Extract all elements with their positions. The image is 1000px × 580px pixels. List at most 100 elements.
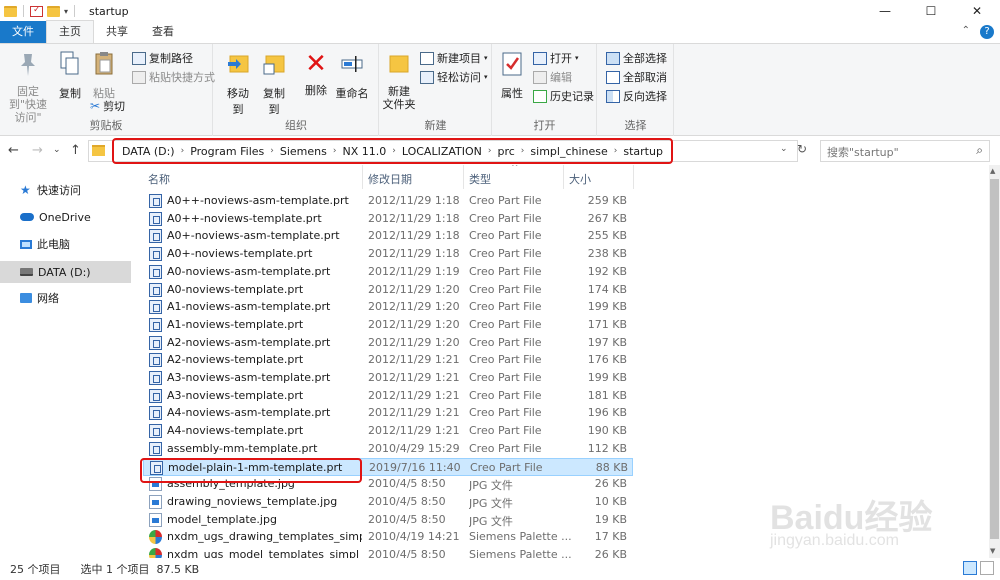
details-view-button[interactable] — [963, 561, 977, 575]
tab-share[interactable]: 共享 — [94, 21, 140, 43]
file-row[interactable]: drawing_noviews_template.jpg 2010/4/5 8:5… — [143, 493, 633, 511]
refresh-icon[interactable]: ↻ — [797, 142, 807, 156]
select-none-button[interactable]: 全部取消 — [606, 69, 667, 85]
nav-item-network[interactable]: 网络 — [0, 287, 131, 309]
file-row[interactable]: A3-noviews-template.prt 2012/11/29 1:21 Cr… — [143, 387, 633, 405]
scroll-down-icon[interactable]: ▼ — [990, 547, 995, 555]
breadcrumb-chevron-icon[interactable]: › — [267, 146, 277, 156]
column-header-name[interactable]: 名称 — [148, 171, 170, 187]
cut-button[interactable]: ✂ 剪切 — [90, 98, 125, 114]
file-row[interactable]: A4-noviews-asm-template.prt 2012/11/29 1:… — [143, 404, 633, 422]
properties-button[interactable]: 属性 — [497, 50, 527, 101]
collapse-ribbon-icon[interactable]: ⌃ — [962, 25, 970, 39]
breadcrumb-item[interactable]: prc — [494, 145, 517, 158]
column-divider[interactable] — [362, 165, 363, 189]
properties-quick-icon[interactable] — [30, 5, 43, 17]
file-row[interactable]: nxdm_ugs_drawing_templates_simpl_... 2010… — [143, 528, 633, 546]
history-button[interactable]: 历史记录 — [533, 88, 594, 104]
breadcrumb-item[interactable]: startup — [620, 145, 666, 158]
column-divider[interactable] — [463, 165, 464, 189]
copy-path-button[interactable]: 复制路径 — [132, 50, 193, 66]
help-icon[interactable]: ? — [980, 25, 994, 39]
folder-icon — [92, 145, 105, 156]
breadcrumb-chevron-icon[interactable]: › — [485, 146, 495, 156]
file-size: 197 KB — [587, 335, 627, 349]
forward-arrow-icon[interactable]: → — [32, 143, 43, 158]
nav-item-data-drive[interactable]: DATA (D:) — [0, 261, 131, 283]
open-button[interactable]: 打开 ▾ — [533, 50, 579, 66]
file-row[interactable]: assembly-mm-template.prt 2010/4/29 15:29 C… — [143, 440, 633, 458]
column-divider[interactable] — [563, 165, 564, 189]
breadcrumb-chevron-icon[interactable]: › — [389, 146, 399, 156]
breadcrumb-item[interactable]: Siemens — [277, 145, 330, 158]
column-divider[interactable] — [633, 165, 634, 189]
file-row[interactable]: A0-noviews-asm-template.prt 2012/11/29 1:… — [143, 263, 633, 281]
back-arrow-icon[interactable]: ← — [8, 143, 19, 158]
breadcrumb-chevron-icon[interactable]: › — [330, 146, 340, 156]
tab-home[interactable]: 主页 — [46, 20, 94, 43]
part-file-icon — [149, 282, 162, 297]
select-all-button[interactable]: 全部选择 — [606, 50, 667, 66]
rename-button[interactable]: 重命名 — [334, 50, 370, 101]
nav-item-quick-access[interactable]: ★ 快速访问 — [0, 179, 131, 201]
copy-to-button[interactable]: 复制到 — [258, 50, 290, 117]
column-header-date[interactable]: 修改日期 — [368, 171, 412, 187]
file-row[interactable]: A2-noviews-asm-template.prt 2012/11/29 1:… — [143, 334, 633, 352]
breadcrumb-item[interactable]: DATA (D:) — [119, 145, 178, 158]
new-item-button[interactable]: 新建项目 ▾ — [420, 50, 488, 66]
pin-quick-access-button[interactable]: 固定到"快速访问" — [4, 50, 52, 124]
close-button[interactable]: ✕ — [954, 0, 1000, 22]
breadcrumb-item[interactable]: NX 11.0 — [339, 145, 389, 158]
breadcrumb-item[interactable]: LOCALIZATION — [399, 145, 485, 158]
tab-view[interactable]: 查看 — [140, 21, 186, 43]
nav-item-onedrive[interactable]: OneDrive — [0, 206, 131, 228]
vertical-scrollbar[interactable]: ▲ ▼ — [989, 165, 1000, 558]
invert-selection-button[interactable]: 反向选择 — [606, 88, 667, 104]
up-arrow-icon[interactable]: ↑ — [70, 143, 81, 158]
column-header-type[interactable]: 类型 — [469, 171, 491, 187]
scrollbar-thumb[interactable] — [990, 179, 999, 539]
column-header-size[interactable]: 大小 — [569, 171, 591, 187]
breadcrumb-chevron-icon[interactable]: › — [611, 146, 621, 156]
breadcrumb-chevron-icon[interactable]: › — [178, 146, 188, 156]
nav-item-this-pc[interactable]: 此电脑 — [0, 233, 131, 255]
file-row[interactable]: A0++-noviews-template.prt 2012/11/29 1:18… — [143, 210, 633, 228]
paste-shortcut-button[interactable]: 粘贴快捷方式 — [132, 69, 215, 85]
file-row[interactable]: model_template.jpg 2010/4/5 8:50 JPG 文件 19 … — [143, 511, 633, 529]
breadcrumb-chevron-icon[interactable]: › — [518, 146, 528, 156]
chevron-down-icon[interactable]: ▾ — [64, 7, 68, 16]
file-row[interactable]: A4-noviews-template.prt 2012/11/29 1:21 Cr… — [143, 422, 633, 440]
file-row[interactable]: A1-noviews-template.prt 2012/11/29 1:20 Cr… — [143, 316, 633, 334]
large-icons-view-button[interactable] — [980, 561, 994, 575]
new-folder-button[interactable]: 新建 文件夹 — [382, 50, 416, 111]
copy-button[interactable]: 复制 — [56, 50, 84, 101]
edit-button[interactable]: 编辑 — [533, 69, 572, 85]
divider — [74, 5, 76, 17]
recent-locations-chevron-icon[interactable]: ⌄ — [53, 145, 61, 155]
breadcrumb-item[interactable]: Program Files — [187, 145, 267, 158]
breadcrumb-item[interactable]: simpl_chinese — [527, 145, 610, 158]
search-input[interactable]: 搜索"startup" ⌕ — [820, 140, 990, 162]
delete-button[interactable]: ✕ 删除 — [302, 50, 330, 98]
file-row[interactable]: A0++-noviews-asm-template.prt 2012/11/29 … — [143, 192, 633, 210]
file-row[interactable]: A2-noviews-template.prt 2012/11/29 1:21 Cr… — [143, 351, 633, 369]
new-folder-quick-icon[interactable] — [47, 5, 60, 17]
file-size: 10 KB — [594, 494, 627, 508]
tab-file[interactable]: 文件 — [0, 21, 46, 43]
file-row[interactable]: nxdm_ugs_model_templates_simpl_ch... 2010… — [143, 546, 633, 558]
file-row[interactable]: A0+-noviews-template.prt 2012/11/29 1:18 C… — [143, 245, 633, 263]
maximize-button[interactable]: ☐ — [908, 0, 954, 22]
scroll-up-icon[interactable]: ▲ — [990, 167, 995, 175]
move-to-button[interactable]: 移动到 — [222, 50, 254, 117]
file-row[interactable]: A0+-noviews-asm-template.prt 2012/11/29 1… — [143, 227, 633, 245]
file-type: Creo Part File — [470, 460, 543, 474]
file-row[interactable]: A1-noviews-asm-template.prt 2012/11/29 1:… — [143, 298, 633, 316]
easy-access-button[interactable]: 轻松访问 ▾ — [420, 69, 488, 85]
file-row[interactable]: A3-noviews-asm-template.prt 2012/11/29 1:… — [143, 369, 633, 387]
move-to-label: 移动到 — [227, 87, 249, 116]
file-row[interactable]: A0-noviews-template.prt 2012/11/29 1:20 Cr… — [143, 281, 633, 299]
address-dropdown-icon[interactable]: ⌄ — [780, 144, 788, 154]
file-date: 2012/11/29 1:18 — [368, 194, 460, 207]
paste-button[interactable]: 粘贴 — [90, 50, 118, 101]
minimize-button[interactable]: — — [862, 0, 908, 22]
